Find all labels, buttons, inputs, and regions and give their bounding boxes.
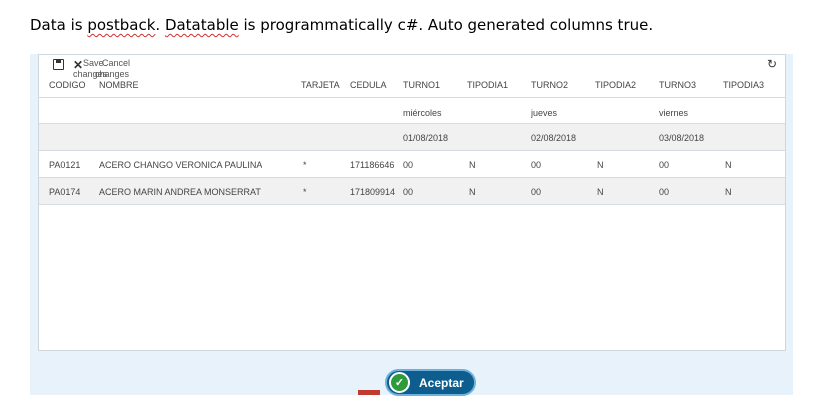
column-header-nombre[interactable]: NOMBRE <box>99 80 139 90</box>
cell-tipodia1[interactable]: N <box>469 187 476 197</box>
column-header-tipodia1[interactable]: TIPODIA1 <box>467 80 508 90</box>
day-subheader-row: miércoles jueves viernes <box>39 97 785 124</box>
cell-turno3[interactable]: 00 <box>659 160 669 170</box>
day-label-1: miércoles <box>403 108 442 118</box>
column-header-tipodia3[interactable]: TIPODIA3 <box>723 80 764 90</box>
table-row[interactable]: PA0174 ACERO MARIN ANDREA MONSERRAT * 17… <box>39 178 785 205</box>
cell-cedula[interactable]: 171809914 <box>350 187 397 197</box>
cell-tipodia2[interactable]: N <box>597 187 604 197</box>
column-header-cedula[interactable]: CEDULA <box>350 80 387 90</box>
caption-word-datatable: Datatable <box>164 16 239 34</box>
accept-button[interactable]: ✓ Aceptar <box>385 369 476 396</box>
cell-tipodia3[interactable]: N <box>725 160 732 170</box>
cell-turno1[interactable]: 00 <box>403 160 413 170</box>
date-label-2: 02/08/2018 <box>531 133 577 143</box>
cell-turno1[interactable]: 00 <box>403 187 413 197</box>
caption-text-2: . <box>155 16 165 34</box>
caption-text-1: Data is <box>30 16 88 34</box>
cell-tipodia1[interactable]: N <box>469 160 476 170</box>
cell-turno2[interactable]: 00 <box>531 160 541 170</box>
date-subheader-row: 01/08/2018 02/08/2018 03/08/2018 <box>39 124 785 151</box>
caption-text-3: is programmatically c#. Auto generated c… <box>238 16 654 34</box>
cancel-changes-suffix[interactable]: changes <box>95 69 129 79</box>
save-icon[interactable] <box>53 59 64 70</box>
data-grid: Save Cancel ✕ changes changes ↻ CODIGO N… <box>38 54 786 351</box>
cell-tarjeta[interactable]: * <box>303 187 307 197</box>
column-header-turno2[interactable]: TURNO2 <box>531 80 568 90</box>
save-changes-label[interactable]: Save <box>83 58 104 68</box>
cell-nombre[interactable]: ACERO CHANGO VERONICA PAULINA <box>99 160 262 170</box>
table-row[interactable]: PA0121 ACERO CHANGO VERONICA PAULINA * 1… <box>39 151 785 178</box>
day-label-2: jueves <box>531 108 558 118</box>
column-header-tarjeta[interactable]: TARJETA <box>301 80 340 90</box>
cell-nombre[interactable]: ACERO MARIN ANDREA MONSERRAT <box>99 187 261 197</box>
cell-tipodia3[interactable]: N <box>725 187 732 197</box>
cell-turno3[interactable]: 00 <box>659 187 669 197</box>
cell-cedula[interactable]: 171186646 <box>350 160 397 170</box>
accept-button-label: Aceptar <box>419 375 464 390</box>
question-caption: Data is postback. Datatable is programma… <box>30 16 653 34</box>
column-header-turno1[interactable]: TURNO1 <box>403 80 440 90</box>
column-header-turno3[interactable]: TURNO3 <box>659 80 696 90</box>
form-panel: Save Cancel ✕ changes changes ↻ CODIGO N… <box>30 54 793 395</box>
day-label-3: viernes <box>659 108 689 118</box>
cell-tipodia2[interactable]: N <box>597 160 604 170</box>
column-header-codigo[interactable]: CODIGO <box>49 80 86 90</box>
date-label-3: 03/08/2018 <box>659 133 705 143</box>
red-chip <box>358 390 380 395</box>
column-header-tipodia2[interactable]: TIPODIA2 <box>595 80 636 90</box>
caption-word-postback: postback <box>87 16 156 34</box>
cell-turno2[interactable]: 00 <box>531 187 541 197</box>
cell-codigo[interactable]: PA0121 <box>49 160 80 170</box>
check-circle-icon: ✓ <box>389 372 410 393</box>
cancel-changes-label[interactable]: Cancel <box>102 58 130 68</box>
cell-codigo[interactable]: PA0174 <box>49 187 80 197</box>
refresh-icon[interactable]: ↻ <box>767 57 777 71</box>
date-label-1: 01/08/2018 <box>403 133 449 143</box>
cell-tarjeta[interactable]: * <box>303 160 307 170</box>
